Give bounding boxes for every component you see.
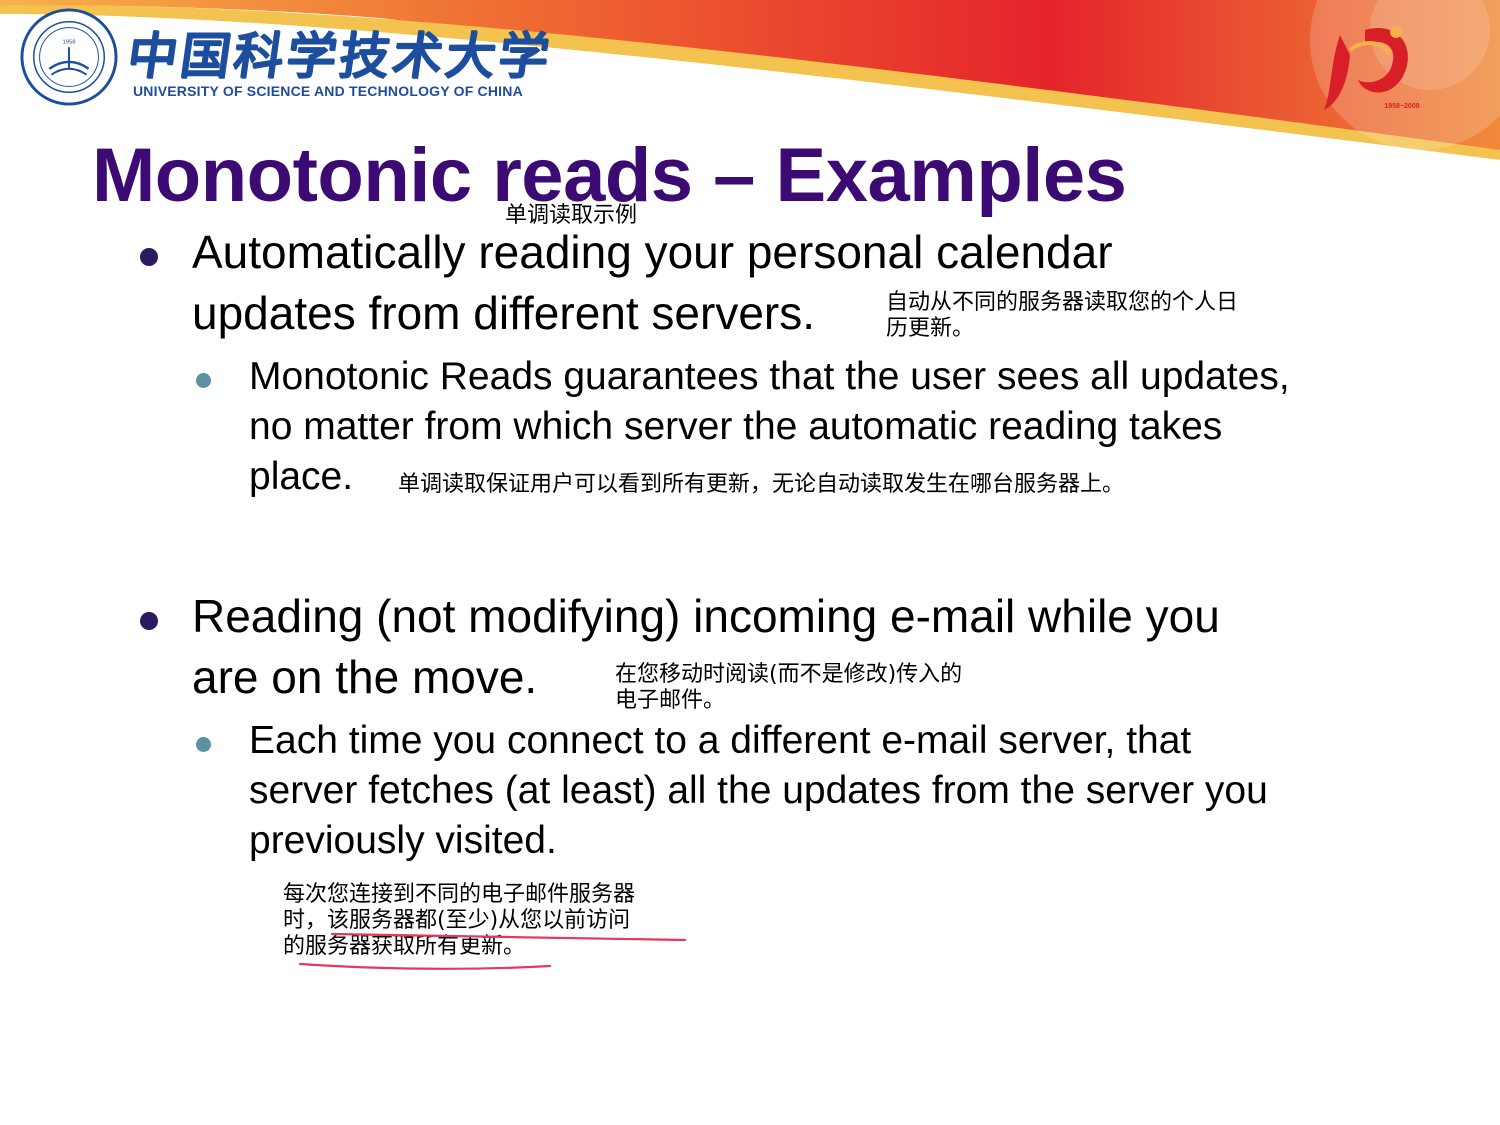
seal-year: 1958 <box>62 39 76 45</box>
note-line: 每次您连接到不同的电子邮件服务器 <box>283 882 636 907</box>
university-seal-logo: 1958 <box>20 8 118 106</box>
note-line: 历更新。 <box>886 316 975 341</box>
bullet-2-line-2: are on the move. <box>192 651 538 703</box>
note-line: 自动从不同的服务器读取您的个人日 <box>886 290 1239 315</box>
anniversary-emblem: 1958~2008 <box>1324 26 1420 110</box>
bullet-2-marker <box>140 612 158 630</box>
sub-bullet-1-translation-note: 单调读取保证用户可以看到所有更新，无论自动读取发生在哪台服务器上。 <box>398 472 1125 497</box>
note-line: 电子邮件。 <box>615 688 726 713</box>
university-name-english: UNIVERSITY OF SCIENCE AND TECHNOLOGY OF … <box>133 83 523 99</box>
sub-bullet-2-marker <box>196 737 211 752</box>
sub-bullet-2-line-3: previously visited. <box>249 819 557 862</box>
bullet-1-line-1: Automatically reading your personal cale… <box>192 226 1113 278</box>
bullet-2-line-1: Reading (not modifying) incoming e-mail … <box>192 590 1220 642</box>
note-line: 在您移动时阅读(而不是修改)传入的 <box>615 662 963 687</box>
sub-bullet-1-line-2: no matter from which server the automati… <box>249 405 1223 448</box>
note-line: 时，该服务器都(至少)从您以前访问 <box>283 908 631 933</box>
anniversary-years: 1958~2008 <box>1384 103 1419 110</box>
sub-bullet-2-line-1: Each time you connect to a different e-m… <box>249 719 1192 762</box>
bullet-2-translation-note: 在您移动时阅读(而不是修改)传入的 电子邮件。 <box>615 662 962 714</box>
bullet-1-marker <box>140 248 158 266</box>
bullet-1-line-2: updates from different servers. <box>192 287 815 339</box>
sub-bullet-2-line-2: server fetches (at least) all the update… <box>249 769 1268 812</box>
sub-bullet-1-marker <box>196 373 211 388</box>
note-line: 的服务器获取所有更新。 <box>283 934 526 959</box>
sub-bullet-2-translation-note: 每次您连接到不同的电子邮件服务器 时，该服务器都(至少)从您以前访问 的服务器获… <box>283 882 635 960</box>
sub-bullet-1-line-3: place. <box>249 455 354 498</box>
bullet-1-translation-note: 自动从不同的服务器读取您的个人日 历更新。 <box>886 290 1238 342</box>
sub-bullet-1-line-1: Monotonic Reads guarantees that the user… <box>249 355 1290 398</box>
university-name-chinese: 中国科学技术大学 <box>123 26 556 85</box>
